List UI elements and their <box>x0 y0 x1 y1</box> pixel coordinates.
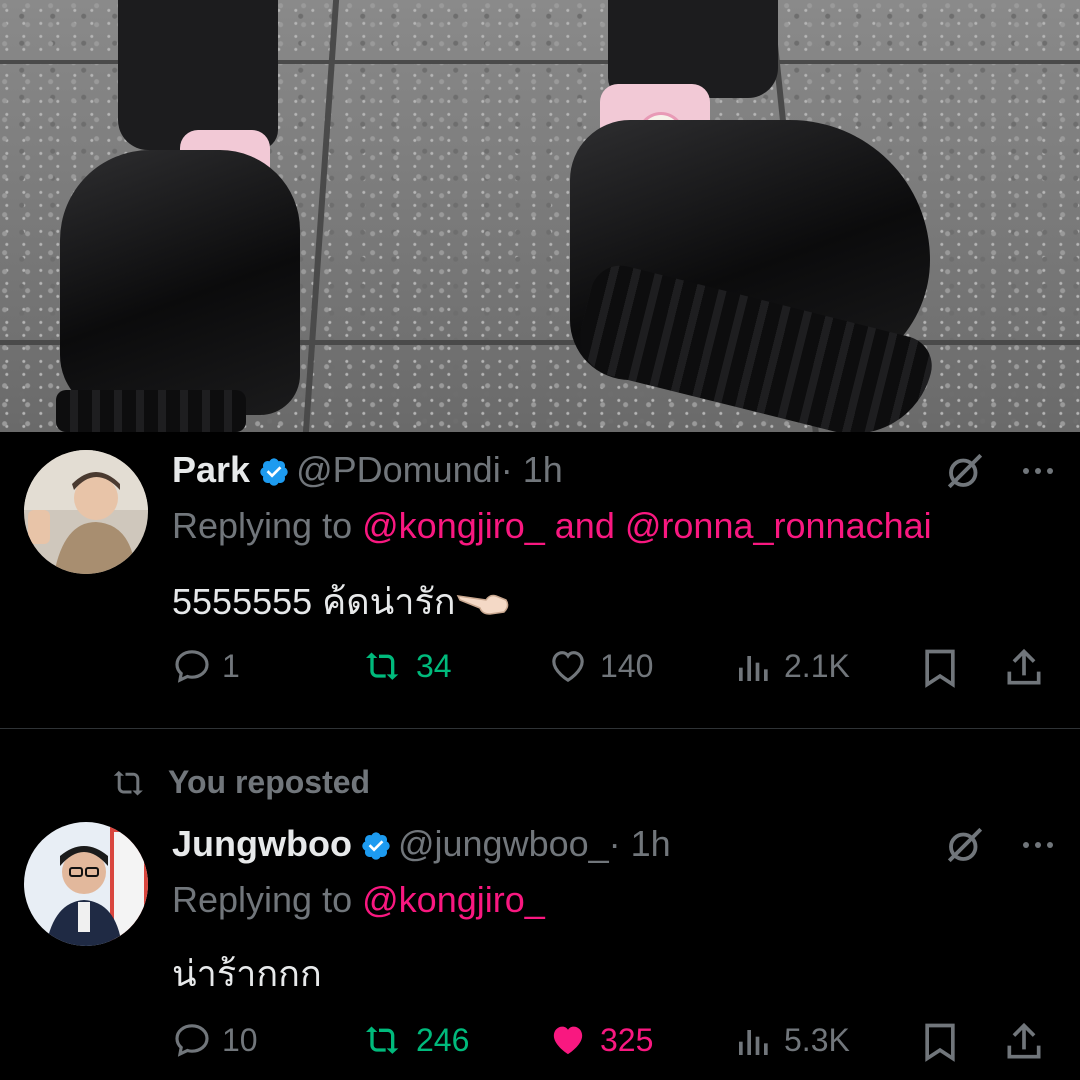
views-button[interactable]: 5.3K <box>734 1020 850 1060</box>
views-count: 2.1K <box>784 647 850 684</box>
replying-to-label: Replying to <box>172 879 353 920</box>
bookmark-button[interactable] <box>918 646 972 690</box>
reply-icon <box>175 1024 209 1057</box>
mention-link[interactable]: @kongjiro_ <box>362 879 545 920</box>
repost-count: 246 <box>416 1021 470 1058</box>
avatar[interactable] <box>24 822 148 946</box>
more-options-icon[interactable] <box>1020 453 1056 494</box>
reply-icon <box>175 650 209 683</box>
bookmark-button[interactable] <box>918 1020 972 1064</box>
share-button[interactable] <box>1002 1020 1056 1064</box>
views-count: 5.3K <box>784 1021 850 1058</box>
timestamp[interactable]: · 1h <box>501 449 563 490</box>
avatar[interactable] <box>24 450 148 574</box>
like-heart-icon <box>552 651 584 683</box>
mention-joiner[interactable]: and <box>555 505 615 546</box>
tweet-2[interactable]: Jungwboo @jungwboo_· 1h Replying to @kong… <box>0 808 1080 1080</box>
repost-context-label: You reposted <box>168 764 371 800</box>
user-handle[interactable]: @PDomundi <box>296 449 501 490</box>
hand-pointing-left-emoji <box>456 581 510 622</box>
tweet-1[interactable]: Park @PDomundi· 1h Replying to @kongjiro_… <box>0 432 1080 728</box>
reply-count: 10 <box>222 1021 258 1058</box>
like-heart-icon <box>553 1026 583 1055</box>
verified-badge-icon <box>258 454 290 498</box>
timestamp[interactable]: · 1h <box>609 823 671 864</box>
repost-icon <box>366 652 399 680</box>
reply-button[interactable]: 1 <box>172 646 240 686</box>
reply-button[interactable]: 10 <box>172 1020 258 1060</box>
share-icon <box>1007 648 1041 685</box>
repost-icon <box>366 1026 399 1054</box>
tweet-media-photo[interactable] <box>0 0 1080 432</box>
like-count: 325 <box>600 1021 654 1058</box>
share-icon <box>1007 1022 1041 1059</box>
like-button[interactable]: 325 <box>546 1020 653 1060</box>
replying-to-label: Replying to <box>172 505 353 546</box>
repost-button[interactable]: 34 <box>362 646 452 686</box>
mention-link[interactable]: @ronna_ronnachai <box>625 505 932 546</box>
tweet-text: น่าร้ากกก <box>172 953 322 994</box>
views-chart-icon <box>739 1030 768 1055</box>
verified-badge-icon <box>360 828 392 872</box>
more-options-icon[interactable] <box>1020 827 1056 868</box>
views-button[interactable]: 2.1K <box>734 646 850 686</box>
tweet-text: 5555555 ค้ดน่ารัก <box>172 581 456 622</box>
views-chart-icon <box>739 656 768 681</box>
bookmark-icon <box>925 1023 955 1062</box>
repost-context: You reposted <box>110 764 370 801</box>
grok-icon[interactable] <box>944 824 986 871</box>
display-name[interactable]: Jungwboo <box>172 823 352 864</box>
grok-icon[interactable] <box>944 450 986 497</box>
like-button[interactable]: 140 <box>546 646 653 686</box>
user-handle[interactable]: @jungwboo_ <box>398 823 609 864</box>
tweet-divider <box>0 728 1080 729</box>
repost-icon <box>113 770 143 795</box>
display-name[interactable]: Park <box>172 449 250 490</box>
repost-button[interactable]: 246 <box>362 1020 469 1060</box>
like-count: 140 <box>600 647 654 684</box>
bookmark-icon <box>925 649 955 688</box>
mention-link[interactable]: @kongjiro_ <box>362 505 545 546</box>
share-button[interactable] <box>1002 646 1056 690</box>
repost-count: 34 <box>416 647 452 684</box>
reply-count: 1 <box>222 647 240 684</box>
